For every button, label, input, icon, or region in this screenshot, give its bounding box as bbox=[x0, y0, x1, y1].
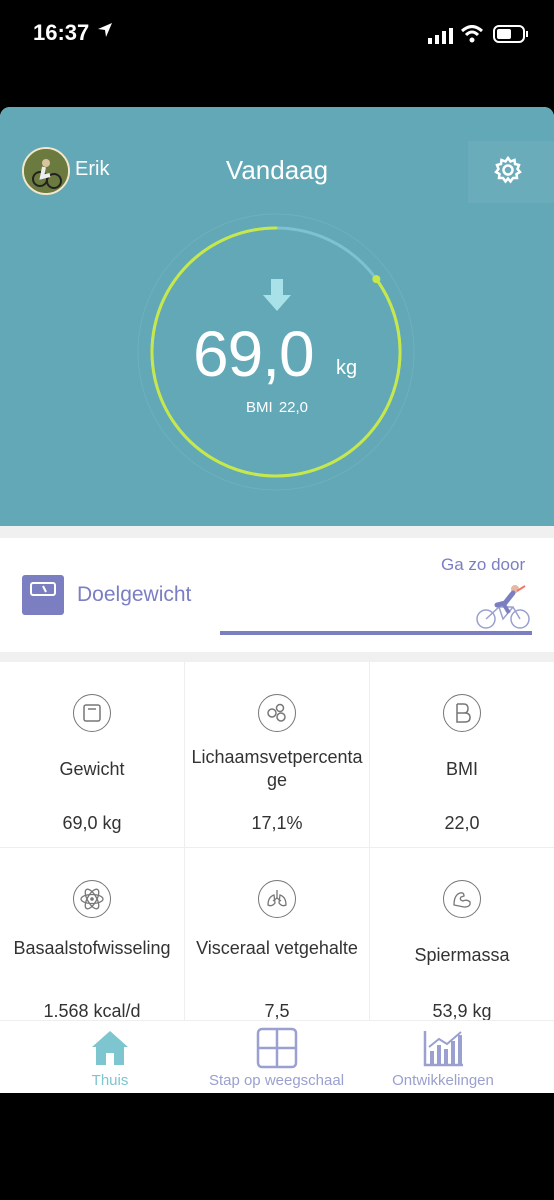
divider bbox=[0, 526, 554, 538]
fat-cells-icon bbox=[258, 694, 296, 732]
lungs-icon bbox=[258, 880, 296, 918]
bmi-value: 22,0 bbox=[278, 399, 309, 416]
metric-bmr[interactable]: Basaalstofwisseling 1.568 kcal/d bbox=[0, 848, 185, 1023]
weight-unit: kg bbox=[336, 357, 358, 379]
metric-body-fat[interactable]: Lichaamsvetpercentage 17,1% bbox=[185, 662, 370, 848]
tab-label: Stap op weegschaal bbox=[208, 1072, 345, 1089]
status-time: 16:37 bbox=[33, 20, 90, 45]
muscle-arm-icon bbox=[443, 880, 481, 918]
chart-trend-icon bbox=[423, 1029, 465, 1072]
cyclist-icon bbox=[473, 583, 533, 636]
bmi-summary: BMI 22,0 bbox=[0, 399, 554, 416]
tab-bar: Thuis Stap op weegschaal Ontwikkelingen bbox=[0, 1020, 554, 1093]
metric-value: 1.568 kcal/d bbox=[43, 1001, 141, 1021]
tab-home[interactable]: Thuis bbox=[40, 1021, 180, 1093]
status-bar: 16:37 bbox=[0, 0, 554, 70]
metric-label: Visceraal vetgehalte bbox=[196, 938, 358, 958]
metric-label: Spiermassa bbox=[414, 945, 510, 965]
wifi-icon bbox=[460, 25, 484, 48]
metric-label: Gewicht bbox=[59, 759, 125, 779]
metric-value: 69,0 kg bbox=[62, 813, 122, 833]
location-arrow-icon bbox=[97, 22, 113, 43]
metric-label: Basaalstofwisseling bbox=[13, 938, 171, 958]
bmi-b-icon bbox=[443, 694, 481, 732]
metric-weight[interactable]: Gewicht 69,0 kg bbox=[0, 662, 185, 848]
tab-label: Thuis bbox=[91, 1072, 129, 1089]
metric-visceral-fat[interactable]: Visceraal vetgehalte 7,5 bbox=[185, 848, 370, 1023]
weight-value: 69,0 bbox=[193, 318, 315, 390]
goal-label: Doelgewicht bbox=[77, 583, 192, 606]
settings-button[interactable] bbox=[468, 141, 554, 203]
tab-step-on-scale[interactable]: Stap op weegschaal bbox=[180, 1021, 373, 1093]
metric-value: 17,1% bbox=[251, 813, 303, 833]
metric-value: 22,0 bbox=[444, 813, 480, 833]
atom-icon bbox=[73, 880, 111, 918]
app-screen: Erik Vandaag 69,0 kg BMI 22,0 Doelgewich… bbox=[0, 107, 554, 1093]
arrow-down-icon bbox=[263, 279, 291, 318]
battery-icon bbox=[493, 24, 529, 49]
signal-icon bbox=[428, 28, 454, 49]
metric-value: 7,5 bbox=[264, 1001, 290, 1021]
bmi-label: BMI bbox=[245, 399, 273, 416]
scale-grid-icon bbox=[256, 1027, 298, 1074]
scale-icon bbox=[22, 575, 64, 615]
tab-label: Ontwikkelingen bbox=[392, 1072, 494, 1089]
metric-label: Lichaamsvetpercentage bbox=[191, 747, 363, 790]
today-panel: Erik Vandaag 69,0 kg BMI 22,0 bbox=[0, 107, 554, 526]
divider bbox=[0, 652, 554, 662]
metric-value: 53,9 kg bbox=[432, 1001, 492, 1021]
metric-bmi[interactable]: BMI 22,0 bbox=[370, 662, 554, 848]
metrics-grid: Gewicht 69,0 kg Lichaamsvetpercentage 17… bbox=[0, 662, 554, 1023]
metric-label: BMI bbox=[445, 759, 478, 779]
scale-icon bbox=[73, 694, 111, 732]
metric-muscle-mass[interactable]: Spiermassa 53,9 kg bbox=[370, 848, 554, 1023]
goal-message: Ga zo door bbox=[441, 555, 526, 574]
goal-weight-card[interactable]: Doelgewicht Ga zo door bbox=[0, 538, 554, 652]
tab-developments[interactable]: Ontwikkelingen bbox=[373, 1021, 513, 1093]
home-icon bbox=[90, 1029, 130, 1072]
